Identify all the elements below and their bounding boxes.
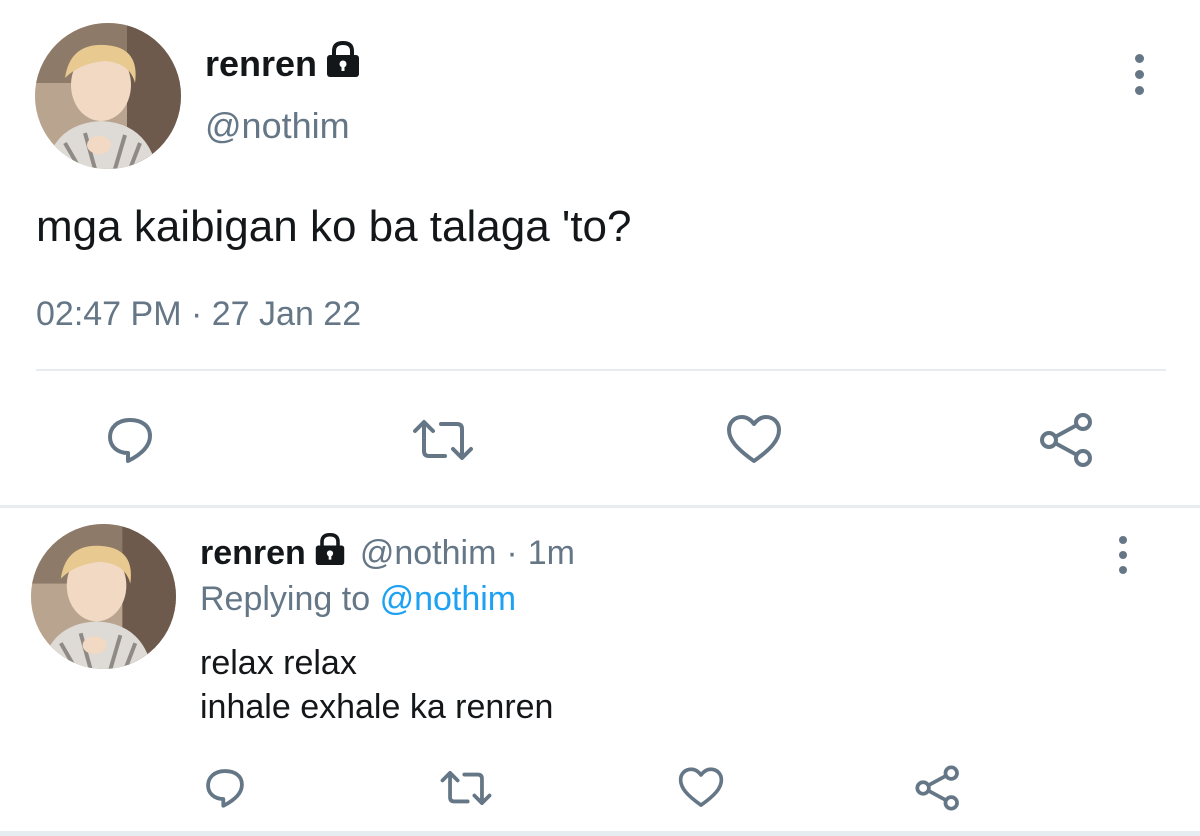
reply-tweet-header: renren @nothim · 1m [200, 532, 575, 575]
main-tweet-text: mga kaibigan ko ba talaga 'to? [36, 202, 632, 251]
reply-text-line: inhale exhale ka renren [200, 688, 554, 726]
meta-separator: · [506, 534, 518, 572]
lock-icon [325, 40, 361, 87]
reply-handle[interactable]: @nothim [360, 534, 497, 573]
replying-to-handle-link[interactable]: @nothim [380, 580, 517, 618]
more-vertical-icon[interactable] [1115, 536, 1131, 574]
reply-tweet-avatar[interactable] [31, 524, 176, 669]
replying-to-line: Replying to @nothim [200, 580, 516, 619]
reply-display-name[interactable]: renren [200, 532, 346, 575]
retweet-icon[interactable] [438, 766, 494, 810]
divider [36, 369, 1166, 371]
reply-text-line: relax relax [200, 644, 357, 682]
display-name-text[interactable]: renren [205, 43, 317, 85]
divider [0, 831, 1200, 836]
more-vertical-icon[interactable] [1131, 54, 1147, 95]
reply-bubble-icon[interactable] [200, 764, 250, 812]
main-tweet-timestamp: 02:47 PM · 27 Jan 22 [36, 295, 361, 334]
main-tweet-avatar[interactable] [35, 23, 181, 169]
meta-separator: · [190, 295, 203, 333]
share-icon[interactable] [912, 762, 964, 814]
replying-prefix: Replying to [200, 580, 371, 618]
heart-icon[interactable] [724, 412, 784, 468]
retweet-icon[interactable] [410, 414, 476, 466]
tweet-time: 02:47 PM [36, 295, 182, 333]
main-tweet-handle[interactable]: @nothim [205, 105, 350, 147]
reply-bubble-icon[interactable] [102, 412, 158, 468]
tweet-date: 27 Jan 22 [211, 295, 362, 333]
share-icon[interactable] [1036, 410, 1098, 470]
main-tweet-display-name[interactable]: renren [205, 40, 361, 87]
heart-icon[interactable] [676, 764, 726, 812]
lock-icon [314, 532, 346, 575]
display-name-text[interactable]: renren [200, 534, 306, 573]
reply-time-ago: 1m [527, 534, 575, 572]
divider [0, 505, 1200, 508]
